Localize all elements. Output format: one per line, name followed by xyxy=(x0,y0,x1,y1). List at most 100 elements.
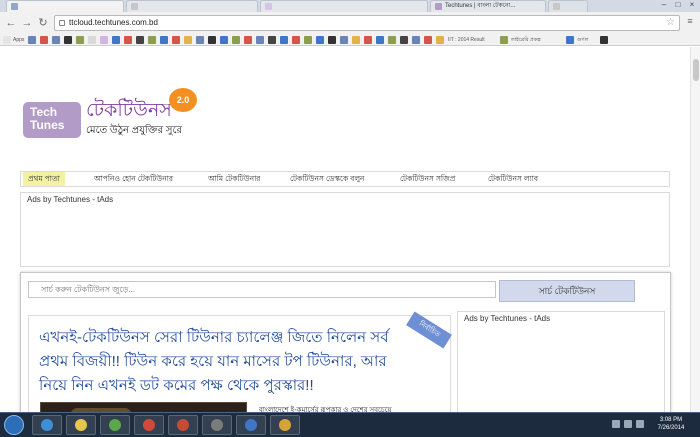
volume-icon[interactable] xyxy=(624,420,632,428)
taskbar-app[interactable] xyxy=(32,415,62,435)
bookmark-icon[interactable] xyxy=(280,36,288,44)
taskbar-app[interactable] xyxy=(202,415,232,435)
bookmark-icon[interactable] xyxy=(220,36,228,44)
nav-item-home[interactable]: প্রথম পাতা xyxy=(23,172,65,186)
bookmark-icon[interactable] xyxy=(184,36,192,44)
bookmark-icon[interactable] xyxy=(376,36,384,44)
back-icon[interactable]: ← xyxy=(4,16,18,30)
bookmark-icon[interactable] xyxy=(304,36,312,44)
network-icon[interactable] xyxy=(612,420,620,428)
bookmark-icon[interactable] xyxy=(256,36,264,44)
bookmark-icon[interactable] xyxy=(268,36,276,44)
taskbar-app[interactable] xyxy=(168,415,198,435)
bookmark-icon[interactable] xyxy=(340,36,348,44)
bookmark-icon[interactable] xyxy=(148,36,156,44)
bookmark-label[interactable]: লাইব্রেরি প্রকল্প xyxy=(511,34,541,46)
forward-icon[interactable]: → xyxy=(20,16,34,30)
bookmark-icon[interactable] xyxy=(388,36,396,44)
app-icon xyxy=(279,419,291,431)
sidebar-ad-panel: Ads by Techtunes - tAds xyxy=(457,311,665,412)
ads-label: Ads by Techtunes - tAds xyxy=(464,314,551,323)
clock-time: 3:08 PM xyxy=(659,417,683,423)
article-excerpt: বাংলাদেশে ই-কমার্সের রূপকার ও দেশের সবচে… xyxy=(259,407,392,412)
bookmarks-bar: Apps IIT : 2014 Result লাইব্রেরি প্রকল্প… xyxy=(0,34,700,46)
nav-item-sojipro[interactable]: টেকটিউনস সজিপ্র xyxy=(395,172,460,186)
bookmark-icon[interactable] xyxy=(76,36,84,44)
main-navigation: প্রথম পাতা আপনিও হোন টেকটিউনার আমি টেকটি… xyxy=(20,171,670,187)
clock-date: 7/26/2014 xyxy=(657,425,685,431)
browser-tab[interactable]: Techtunes | বাংলা টেকনো... xyxy=(430,0,546,12)
bookmark-icon[interactable] xyxy=(112,36,120,44)
bookmark-icon[interactable] xyxy=(412,36,420,44)
bookmark-icon[interactable] xyxy=(232,36,240,44)
scrollbar-thumb[interactable] xyxy=(693,59,699,81)
nav-item-tell-desk[interactable]: টেকটিউনস ডেস্ককে বলুন xyxy=(285,172,370,186)
bookmark-label[interactable]: Apps xyxy=(13,34,24,46)
menu-icon[interactable]: ≡ xyxy=(685,16,695,26)
flag-icon[interactable] xyxy=(636,420,644,428)
close-icon[interactable]: × xyxy=(686,0,698,10)
page-icon xyxy=(265,3,272,10)
browser-tab[interactable] xyxy=(6,0,124,12)
article-headline[interactable]: এখনই-টেকটিউনস সেরা টিউনার চ্যালেঞ্জ জিতে… xyxy=(39,326,399,398)
featured-stamp: নির্বাচিত xyxy=(406,311,452,349)
bookmark-icon[interactable] xyxy=(400,36,408,44)
bookmark-icon[interactable] xyxy=(52,36,60,44)
clock[interactable]: 3:08 PM 7/26/2014 xyxy=(651,416,691,432)
bookmark-icon[interactable] xyxy=(64,36,72,44)
browser-tab[interactable] xyxy=(126,0,258,12)
maximize-icon[interactable]: □ xyxy=(672,0,684,10)
taskbar-app[interactable] xyxy=(66,415,96,435)
bookmark-icon[interactable] xyxy=(28,36,36,44)
bookmark-icon[interactable] xyxy=(352,36,360,44)
taskbar-app[interactable] xyxy=(270,415,300,435)
address-bar[interactable]: ttcloud.techtunes.com.bd ☆ xyxy=(54,15,680,31)
bookmark-icon[interactable] xyxy=(160,36,168,44)
site-logo[interactable]: Tech Tunes xyxy=(23,102,81,138)
search-input[interactable] xyxy=(28,281,496,298)
taskbar-app[interactable] xyxy=(100,415,130,435)
folder-icon xyxy=(75,419,87,431)
bookmark-label[interactable]: গুগল xyxy=(577,34,588,46)
bookmark-icon[interactable] xyxy=(566,36,574,44)
nav-item-become-tuner[interactable]: আপনিও হোন টেকটিউনার xyxy=(89,172,178,186)
browser-tab[interactable] xyxy=(548,0,588,12)
bookmark-icon[interactable] xyxy=(100,36,108,44)
bookmark-icon[interactable] xyxy=(172,36,180,44)
bookmark-label[interactable]: IIT : 2014 Result xyxy=(448,34,485,46)
bookmark-icon[interactable] xyxy=(328,36,336,44)
media-player-icon xyxy=(143,419,155,431)
bookmark-icon[interactable] xyxy=(316,36,324,44)
apps-icon[interactable] xyxy=(3,36,11,44)
nav-item-lab[interactable]: টেকটিউনস ল্যাব xyxy=(483,172,543,186)
app-icon xyxy=(245,419,257,431)
bookmark-icon[interactable] xyxy=(88,36,96,44)
bookmark-icon[interactable] xyxy=(600,36,608,44)
bookmark-icon[interactable] xyxy=(40,36,48,44)
bookmark-icon[interactable] xyxy=(136,36,144,44)
bookmark-icon[interactable] xyxy=(124,36,132,44)
bookmark-icon[interactable] xyxy=(424,36,432,44)
bookmark-icon[interactable] xyxy=(436,36,444,44)
article-thumbnail[interactable] xyxy=(40,402,247,412)
bookmark-icon[interactable] xyxy=(244,36,252,44)
bookmark-icon[interactable] xyxy=(364,36,372,44)
scrollbar[interactable] xyxy=(690,47,700,412)
bookmark-icon[interactable] xyxy=(292,36,300,44)
reload-icon[interactable]: ↻ xyxy=(36,16,50,30)
nav-item-i-am-tuner[interactable]: আমি টেকটিউনার xyxy=(203,172,265,186)
taskbar-app[interactable] xyxy=(134,415,164,435)
browser-tab[interactable] xyxy=(260,0,428,12)
app-icon xyxy=(177,419,189,431)
taskbar-app[interactable] xyxy=(236,415,266,435)
version-badge: 2.0 xyxy=(169,88,197,112)
bookmark-icon[interactable] xyxy=(500,36,508,44)
taskbar: 3:08 PM 7/26/2014 xyxy=(0,412,700,437)
chrome-icon xyxy=(109,419,121,431)
bookmark-icon[interactable] xyxy=(196,36,204,44)
star-icon[interactable]: ☆ xyxy=(666,16,675,30)
start-button[interactable] xyxy=(4,415,24,435)
search-button[interactable]: সার্চ টেকটিউনস xyxy=(499,280,635,302)
minimize-icon[interactable]: – xyxy=(658,0,670,10)
bookmark-icon[interactable] xyxy=(208,36,216,44)
